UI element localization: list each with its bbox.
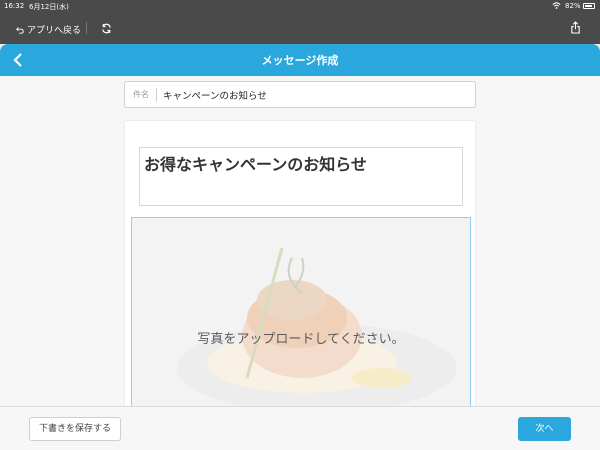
- message-card: お得なキャンペーンのお知らせ 写真をアップロードしてください。: [124, 120, 476, 417]
- refresh-icon[interactable]: [101, 23, 112, 34]
- share-icon[interactable]: [570, 21, 581, 34]
- status-time: 16:32: [4, 2, 25, 10]
- headline-text[interactable]: お得なキャンペーンのお知らせ: [144, 151, 367, 175]
- subject-divider: [156, 88, 157, 102]
- back-to-app-button[interactable]: アプリへ戻る: [16, 23, 81, 36]
- save-draft-button[interactable]: 下書きを保存する: [29, 417, 121, 441]
- food-photo-placeholder-image: [132, 218, 470, 416]
- next-button[interactable]: 次へ: [518, 417, 571, 441]
- photo-upload-prompt: 写真をアップロードしてください。: [197, 332, 405, 347]
- page-title: メッセージ作成: [261, 54, 339, 67]
- footer-bar: 下書きを保存する 次へ: [0, 406, 600, 450]
- subject-input[interactable]: キャンペーンのお知らせ: [163, 88, 267, 102]
- main-content: 件名 キャンペーンのお知らせ お得なキャンペーンのお知らせ 写真をアップロードし…: [0, 76, 600, 417]
- status-bar: 16:32 6月12日(水) 82%: [0, 0, 600, 12]
- status-date: 6月12日(水): [29, 3, 69, 11]
- top-toolbar: アプリへ戻る: [0, 12, 600, 44]
- subject-field[interactable]: 件名 キャンペーンのお知らせ: [124, 81, 476, 108]
- subject-label: 件名: [133, 90, 149, 99]
- toolbar-divider: [86, 22, 87, 34]
- photo-upload-area[interactable]: 写真をアップロードしてください。: [131, 217, 471, 417]
- wifi-icon: [552, 2, 561, 9]
- battery-icon: [583, 3, 595, 9]
- page-header: メッセージ作成: [0, 44, 600, 76]
- headline-field[interactable]: お得なキャンペーンのお知らせ: [139, 147, 463, 206]
- back-to-app-label: アプリへ戻る: [27, 26, 82, 36]
- undo-arrow-icon: [16, 26, 24, 34]
- battery-percent: 82%: [565, 2, 581, 10]
- battery-fill: [585, 5, 592, 7]
